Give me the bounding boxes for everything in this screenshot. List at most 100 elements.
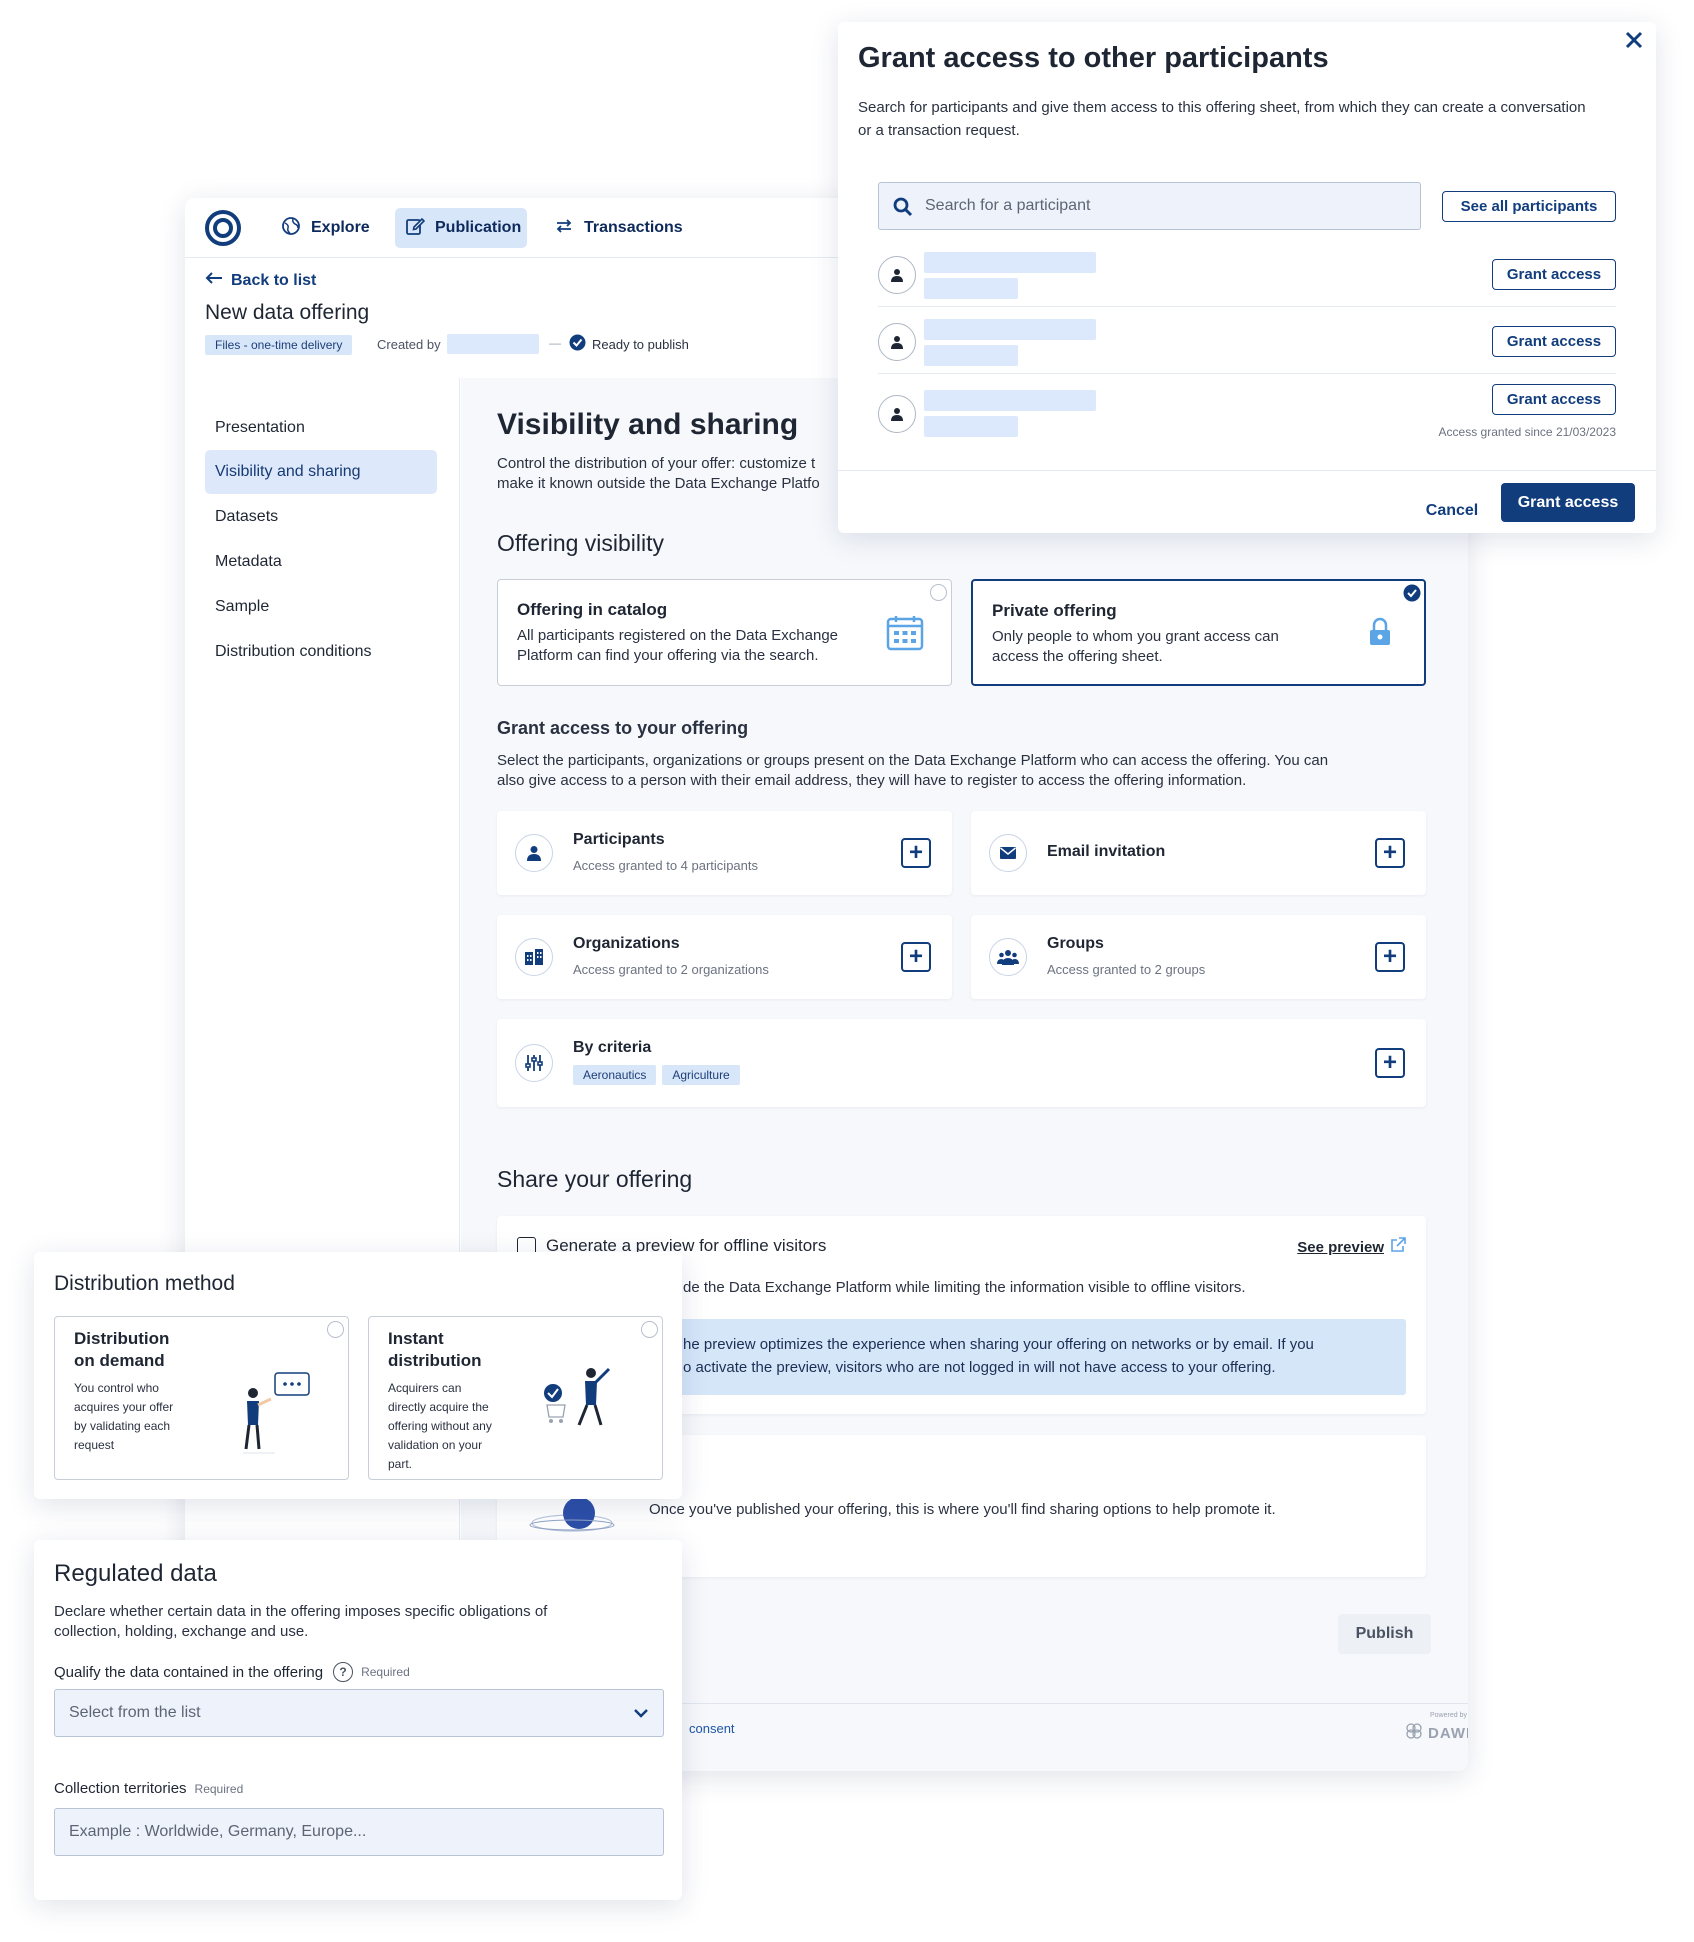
back-to-list-link[interactable]: Back to list bbox=[205, 271, 316, 290]
dawex-brand: DAWEX bbox=[1428, 1725, 1468, 1742]
instant-option-card[interactable]: Instant distribution Acquirers can direc… bbox=[368, 1316, 663, 1480]
grant-access-button[interactable]: Grant access bbox=[1492, 326, 1616, 357]
sidebar-item-datasets[interactable]: Datasets bbox=[205, 495, 437, 539]
qualify-label: Qualify the data contained in the offeri… bbox=[54, 1663, 324, 1681]
participants-tile: Participants Access granted to 4 partici… bbox=[497, 811, 952, 895]
lock-icon bbox=[1368, 617, 1392, 652]
territories-input[interactable]: Example : Worldwide, Germany, Europe... bbox=[54, 1808, 664, 1856]
grant-access-desc-line2: also give access to a person with their … bbox=[497, 772, 1247, 789]
qualify-label-row: Qualify the data contained in the offeri… bbox=[54, 1662, 410, 1682]
add-email-button[interactable]: + bbox=[1375, 838, 1405, 868]
nav-explore[interactable]: Explore bbox=[271, 208, 380, 248]
sharing-options-text: Once you've published your offering, thi… bbox=[649, 1501, 1276, 1518]
sidebar-item-distribution[interactable]: Distribution conditions bbox=[205, 630, 437, 674]
private-radio-checked[interactable] bbox=[1403, 584, 1421, 607]
nav-transactions[interactable]: Transactions bbox=[544, 208, 693, 248]
regulated-desc-line1: Declare whether certain data in the offe… bbox=[54, 1603, 548, 1620]
on-demand-title-line1: Distribution bbox=[74, 1329, 170, 1348]
instant-radio[interactable] bbox=[641, 1321, 658, 1338]
section-title: Visibility and sharing bbox=[497, 408, 799, 441]
modal-footer-divider bbox=[838, 470, 1656, 471]
participant-name-placeholder bbox=[924, 390, 1096, 411]
groups-subtitle: Access granted to 2 groups bbox=[1047, 962, 1206, 977]
sidebar-item-presentation[interactable]: Presentation bbox=[205, 406, 437, 450]
qualify-select[interactable]: Select from the list bbox=[54, 1689, 664, 1737]
help-icon[interactable]: ? bbox=[333, 1662, 354, 1682]
preview-description: de the Data Exchange Platform while limi… bbox=[683, 1279, 1246, 1296]
organizations-title: Organizations bbox=[573, 935, 680, 952]
dawex-logo: DAWEX bbox=[1404, 1721, 1468, 1746]
regulated-data-panel: Regulated data Declare whether certain d… bbox=[34, 1540, 682, 1900]
nav-explore-label: Explore bbox=[311, 219, 370, 236]
nav-transactions-label: Transactions bbox=[584, 219, 683, 236]
edit-icon bbox=[405, 216, 426, 241]
instant-desc-line: offering without any bbox=[388, 1419, 492, 1433]
consent-link[interactable]: consent bbox=[689, 1721, 735, 1736]
publish-button[interactable]: Publish bbox=[1338, 1614, 1431, 1654]
person-chat-illustration bbox=[235, 1367, 315, 1462]
modal-desc-line1: Search for participants and give them ac… bbox=[858, 99, 1586, 116]
add-organizations-button[interactable]: + bbox=[901, 942, 931, 972]
dawex-mark-icon bbox=[1404, 1721, 1424, 1746]
preview-info-line1: he preview optimizes the experience when… bbox=[683, 1336, 1314, 1353]
on-demand-radio[interactable] bbox=[327, 1321, 344, 1338]
regulated-desc-line2: collection, holding, exchange and use. bbox=[54, 1623, 309, 1640]
building-icon bbox=[515, 938, 553, 976]
on-demand-desc-line: request bbox=[74, 1438, 115, 1452]
instant-desc-line: directly acquire the bbox=[388, 1400, 489, 1414]
private-option-card[interactable]: Private offering Only people to whom you… bbox=[971, 579, 1426, 686]
private-desc-line1: Only people to whom you grant access can bbox=[992, 628, 1279, 645]
private-desc-line2: access the offering sheet. bbox=[992, 648, 1163, 665]
qualify-select-placeholder: Select from the list bbox=[69, 1704, 201, 1721]
on-demand-desc-line: You control who bbox=[74, 1381, 159, 1395]
participant-search-input[interactable]: Search for a participant bbox=[878, 182, 1421, 230]
catalog-radio[interactable] bbox=[930, 584, 947, 601]
add-participants-button[interactable]: + bbox=[901, 838, 931, 868]
on-demand-desc-line: by validating each bbox=[74, 1419, 171, 1433]
on-demand-title-line2: on demand bbox=[74, 1351, 165, 1370]
status-label: Ready to publish bbox=[592, 336, 689, 352]
criteria-tags: Aeronautics Agriculture bbox=[573, 1065, 746, 1085]
instant-desc-line: part. bbox=[388, 1457, 413, 1471]
close-icon[interactable] bbox=[1624, 30, 1644, 55]
add-criteria-button[interactable]: + bbox=[1375, 1048, 1405, 1078]
grant-access-button[interactable]: Grant access bbox=[1492, 384, 1616, 415]
add-groups-button[interactable]: + bbox=[1375, 942, 1405, 972]
person-icon bbox=[515, 834, 553, 872]
participant-org-placeholder bbox=[924, 345, 1018, 366]
catalog-desc-line2: Platform can find your offering via the … bbox=[517, 647, 819, 664]
territories-required: Required bbox=[194, 1781, 244, 1796]
criteria-tag: Aeronautics bbox=[573, 1065, 657, 1085]
distribution-title: Distribution method bbox=[54, 1272, 235, 1295]
criteria-title: By criteria bbox=[573, 1039, 652, 1056]
cancel-button[interactable]: Cancel bbox=[1402, 491, 1502, 531]
page-title: New data offering bbox=[205, 301, 370, 324]
header-separator: — bbox=[549, 336, 561, 350]
preview-info-line2: o activate the preview, visitors who are… bbox=[683, 1359, 1276, 1376]
see-all-participants-button[interactable]: See all participants bbox=[1442, 191, 1616, 222]
grant-access-button[interactable]: Grant access bbox=[1492, 259, 1616, 290]
nav-publication-label: Publication bbox=[435, 219, 522, 236]
envelope-icon bbox=[989, 834, 1027, 872]
visibility-heading: Offering visibility bbox=[497, 530, 665, 556]
nav-publication[interactable]: Publication bbox=[395, 208, 527, 248]
see-preview-link[interactable]: See preview bbox=[1297, 1237, 1406, 1257]
app-logo[interactable] bbox=[205, 210, 241, 246]
participants-subtitle: Access granted to 4 participants bbox=[573, 858, 758, 873]
sidebar-item-visibility[interactable]: Visibility and sharing bbox=[205, 450, 437, 494]
organizations-subtitle: Access granted to 2 organizations bbox=[573, 962, 769, 977]
sidebar-item-sample[interactable]: Sample bbox=[205, 585, 437, 629]
back-to-list-label: Back to list bbox=[231, 271, 317, 289]
check-circle-icon bbox=[569, 334, 586, 354]
participants-title: Participants bbox=[573, 831, 665, 848]
on-demand-option-card[interactable]: Distribution on demand You control who a… bbox=[54, 1316, 349, 1480]
participant-avatar bbox=[878, 323, 916, 361]
section-description-line1: Control the distribution of your offer: … bbox=[497, 455, 816, 472]
grant-access-primary-button[interactable]: Grant access bbox=[1501, 483, 1635, 522]
sidebar-item-metadata[interactable]: Metadata bbox=[205, 540, 437, 584]
sliders-icon bbox=[515, 1044, 553, 1082]
on-demand-desc-line: acquires your offer bbox=[74, 1400, 174, 1414]
territories-label: Collection territories bbox=[54, 1780, 187, 1797]
catalog-option-card[interactable]: Offering in catalog All participants reg… bbox=[497, 579, 952, 686]
modal-title: Grant access to other participants bbox=[858, 42, 1329, 74]
